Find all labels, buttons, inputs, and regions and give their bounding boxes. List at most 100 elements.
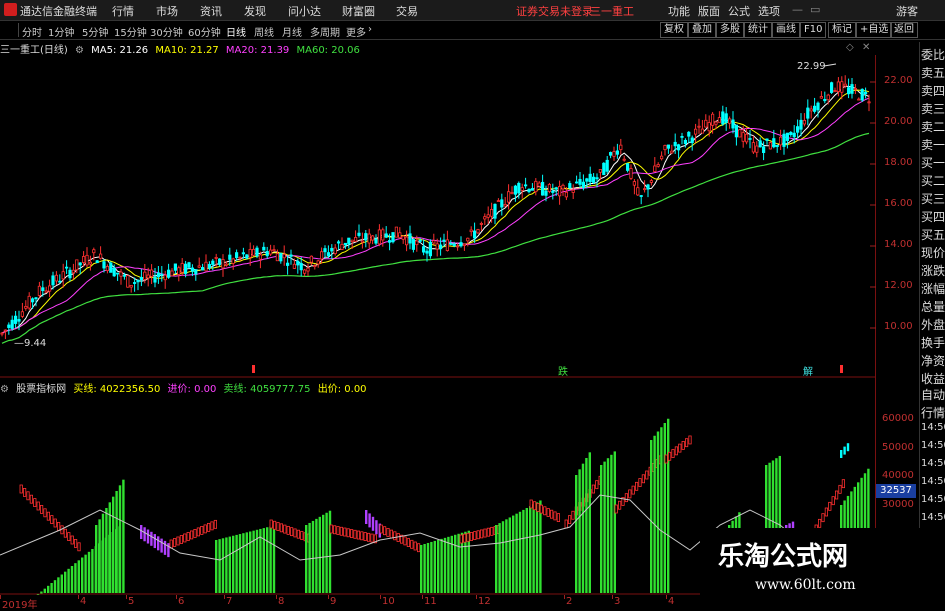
candle-body — [687, 131, 691, 137]
tab-monthly[interactable]: 月线 — [282, 24, 302, 39]
side-panel-item[interactable]: 卖二 — [921, 118, 945, 135]
side-panel-item[interactable]: 现价 — [921, 244, 945, 261]
indicator-bar — [269, 519, 273, 529]
candle-body — [721, 111, 725, 125]
tab-multi-period[interactable]: 多周期 — [310, 24, 340, 39]
side-panel-item[interactable]: 买四 — [921, 208, 945, 225]
login-status[interactable]: 证券交易未登录 — [516, 3, 593, 19]
side-panel-item[interactable]: 买一 — [921, 154, 945, 171]
indicator-bar — [70, 535, 74, 545]
tab-30min[interactable]: 30分钟 — [150, 24, 183, 39]
tab-more[interactable]: 更多 — [346, 24, 366, 39]
side-panel-item[interactable]: 买二 — [921, 172, 945, 189]
indicator-bar — [308, 522, 311, 593]
candle-body — [306, 267, 310, 272]
menu-hangqing[interactable]: 行情 — [112, 3, 134, 19]
side-panel-item[interactable]: 总量 — [921, 298, 945, 315]
candle-body — [143, 271, 147, 280]
menu-jiaoyi[interactable]: 交易 — [396, 3, 418, 19]
guest-label[interactable]: 游客 — [896, 3, 918, 19]
side-panel-item[interactable]: 净资 — [921, 352, 945, 369]
candle-body — [102, 261, 106, 269]
side-panel-item[interactable]: 外盘 — [921, 316, 945, 333]
candle-body — [809, 108, 813, 112]
more-chevron-icon[interactable]: › — [368, 24, 372, 35]
candle-body — [425, 250, 429, 254]
menu-xuanxiang[interactable]: 选项 — [758, 3, 780, 19]
side-panel-item[interactable]: 涨跌 — [921, 262, 945, 279]
minimize-icon[interactable]: — — [792, 3, 803, 16]
indicator-bar — [218, 539, 221, 593]
menu-faxian[interactable]: 发现 — [244, 3, 266, 19]
date-label: 9 — [330, 596, 337, 607]
side-panel-item[interactable]: 涨幅 — [921, 280, 945, 297]
mark-button[interactable]: 标记 — [828, 22, 856, 38]
side-panel-item[interactable]: 卖三 — [921, 100, 945, 117]
tab-fenshi[interactable]: 分时 — [22, 24, 42, 39]
menu-wenxiaoda[interactable]: 问小达 — [288, 3, 321, 19]
indicator-bar — [635, 481, 639, 491]
candle-body — [568, 183, 572, 189]
indicator-bar — [339, 526, 344, 536]
candle-body — [537, 182, 541, 187]
back-button[interactable]: 返回 — [890, 22, 918, 38]
candle-body — [802, 120, 807, 125]
tab-daily[interactable]: 日线 — [226, 24, 246, 39]
multi-stock-button[interactable]: 多股 — [716, 22, 744, 38]
side-panel-item[interactable]: 卖一 — [921, 136, 945, 153]
side-panel-item[interactable]: 买三 — [921, 190, 945, 207]
indicator-value-badge: 32537 — [876, 484, 916, 498]
menu-zixun[interactable]: 资讯 — [200, 3, 222, 19]
indicator-bar — [40, 591, 43, 594]
diamond-icon[interactable]: ◇ — [846, 42, 854, 53]
price-annotations: 22.99 —9.44 跌 解 — [14, 61, 843, 378]
statistics-button[interactable]: 统计 — [744, 22, 772, 38]
candle-body — [319, 251, 324, 260]
indicator-bar — [179, 535, 183, 544]
indicator-bar — [846, 443, 850, 452]
side-panel-item[interactable]: 委比 — [921, 46, 945, 63]
indicator-bar — [603, 461, 606, 593]
candle-body — [27, 295, 31, 309]
indicator-bar — [681, 440, 685, 450]
side-panel-item[interactable]: 换手 — [921, 334, 945, 351]
indicator-settings-icon[interactable]: ⚙ — [0, 384, 9, 395]
indicator-bar — [831, 496, 835, 506]
side-panel-item[interactable]: 买五 — [921, 226, 945, 243]
f10-button[interactable]: F10 — [800, 22, 827, 38]
tab-1min[interactable]: 1分钟 — [48, 24, 74, 39]
tab-15min[interactable]: 15分钟 — [114, 24, 147, 39]
window-icon[interactable]: ▭ — [810, 3, 820, 16]
side-panel-item[interactable]: 卖五 — [921, 64, 945, 81]
candle-body — [745, 133, 749, 143]
menu-gongshi[interactable]: 公式 — [728, 3, 750, 19]
candle-body — [112, 267, 116, 277]
menu-banmian[interactable]: 版面 — [698, 3, 720, 19]
tab-60min[interactable]: 60分钟 — [188, 24, 221, 39]
tab-weekly[interactable]: 周线 — [254, 24, 274, 39]
fuquan-button[interactable]: 复权 — [660, 22, 688, 38]
menu-caifuquan[interactable]: 财富圈 — [342, 3, 375, 19]
add-watchlist-button[interactable]: +自选 — [856, 22, 893, 38]
candle-body — [452, 243, 456, 247]
chart-area[interactable]: 22.99 —9.44 跌 解 — [0, 55, 876, 595]
side-panel-item[interactable]: 自动 — [921, 386, 945, 403]
indicator-bar — [43, 508, 47, 518]
side-panel-item[interactable]: 收益 — [921, 370, 945, 387]
draw-line-button[interactable]: 画线 — [772, 22, 800, 38]
indicator-bar — [818, 518, 822, 528]
overlay-button[interactable]: 叠加 — [688, 22, 716, 38]
indicator-bar — [146, 529, 150, 544]
tab-5min[interactable]: 5分钟 — [82, 24, 108, 39]
menu-shichang[interactable]: 市场 — [156, 3, 178, 19]
candle-body — [561, 184, 565, 190]
menu-gongneng[interactable]: 功能 — [668, 3, 690, 19]
side-panel-item[interactable]: 卖四 — [921, 82, 945, 99]
candle-body — [632, 181, 637, 186]
indicator-bar — [296, 529, 301, 539]
candle-body — [741, 132, 745, 142]
indicator-bar — [413, 541, 417, 551]
side-panel-item[interactable]: 行情 — [921, 404, 945, 421]
close-icon[interactable]: ✕ — [862, 42, 870, 53]
candle-body — [3, 329, 7, 332]
